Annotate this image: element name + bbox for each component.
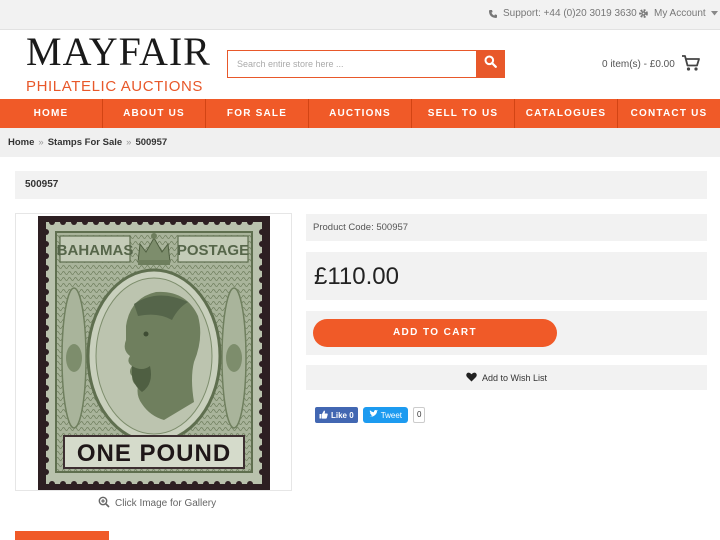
shopping-cart-icon: [681, 54, 701, 75]
gear-icon: [638, 8, 649, 19]
my-account-dropdown[interactable]: My Account: [638, 8, 718, 19]
breadcrumb-bar: Home » Stamps For Sale » 500957: [0, 128, 720, 157]
chevron-down-icon: [710, 11, 718, 16]
tweet-label: Tweet: [380, 410, 403, 420]
cart-summary: 0 item(s) - £0.00: [602, 59, 675, 70]
phone-icon: [488, 9, 498, 19]
facebook-like-label: Like 0: [331, 410, 354, 420]
stamp-image[interactable]: BAHAMAS POSTAGE ONE POUND: [38, 216, 270, 490]
product-image-panel: BAHAMAS POSTAGE ONE POUND: [15, 213, 292, 491]
top-utility-bar: Support: +44 (0)20 3019 3630 My Account: [0, 0, 720, 30]
header-cart[interactable]: 0 item(s) - £0.00: [602, 54, 701, 75]
support-label: Support: +44 (0)20 3019 3630: [503, 8, 637, 19]
my-account-label: My Account: [654, 8, 706, 19]
logo-wordmark: MAYFAIR: [26, 29, 211, 74]
breadcrumb: Home » Stamps For Sale » 500957: [8, 137, 167, 148]
breadcrumb-current[interactable]: 500957: [135, 137, 167, 148]
nav-item-about-us[interactable]: ABOUT US: [103, 99, 206, 128]
product-title: 500957: [15, 171, 707, 199]
zoom-in-icon: [98, 496, 110, 511]
site-logo[interactable]: MAYFAIR PHILATELIC AUCTIONS: [26, 29, 211, 96]
main-navigation: HOME ABOUT US FOR SALE AUCTIONS SELL TO …: [0, 99, 720, 128]
facebook-like-button[interactable]: Like 0: [315, 407, 358, 423]
search-button[interactable]: [476, 51, 504, 77]
logo-subtitle: PHILATELIC AUCTIONS: [26, 78, 203, 95]
product-price: £110.00: [314, 263, 399, 290]
bottom-tab-button[interactable]: [15, 531, 109, 540]
breadcrumb-separator: »: [126, 137, 132, 148]
gallery-hint[interactable]: Click Image for Gallery: [98, 496, 216, 511]
nav-item-home[interactable]: HOME: [0, 99, 103, 128]
search-bar: [227, 50, 505, 78]
social-share: Like 0 Tweet 0: [315, 407, 426, 423]
stamp-value-text: ONE POUND: [77, 440, 231, 467]
add-to-cart-panel: ADD TO CART: [306, 311, 707, 355]
stamp-country-text: BAHAMAS: [57, 242, 134, 259]
nav-item-contact-us[interactable]: CONTACT US: [618, 99, 720, 128]
search-icon: [484, 55, 497, 73]
add-to-cart-button[interactable]: ADD TO CART: [313, 319, 557, 347]
breadcrumb-home[interactable]: Home: [8, 137, 34, 148]
thumbs-up-icon: [319, 410, 328, 421]
tweet-button[interactable]: Tweet: [362, 407, 409, 423]
breadcrumb-stamps-for-sale[interactable]: Stamps For Sale: [48, 137, 122, 148]
nav-item-for-sale[interactable]: FOR SALE: [206, 99, 309, 128]
wishlist-label: Add to Wish List: [481, 372, 548, 383]
tweet-count: 0: [413, 407, 426, 423]
twitter-bird-icon: [368, 410, 378, 420]
search-input[interactable]: [228, 51, 476, 77]
add-to-wishlist-button[interactable]: Add to Wish List: [306, 365, 707, 390]
support-link[interactable]: Support: +44 (0)20 3019 3630: [488, 8, 637, 19]
stamp-postage-text: POSTAGE: [177, 242, 249, 259]
price-panel: £110.00: [306, 252, 707, 300]
product-code: Product Code: 500957: [306, 214, 707, 241]
heart-icon: [466, 372, 477, 384]
nav-item-catalogues[interactable]: CATALOGUES: [515, 99, 618, 128]
breadcrumb-separator: »: [38, 137, 44, 148]
nav-item-auctions[interactable]: AUCTIONS: [309, 99, 412, 128]
nav-item-sell-to-us[interactable]: SELL TO US: [412, 99, 515, 128]
gallery-hint-label: Click Image for Gallery: [115, 498, 217, 509]
